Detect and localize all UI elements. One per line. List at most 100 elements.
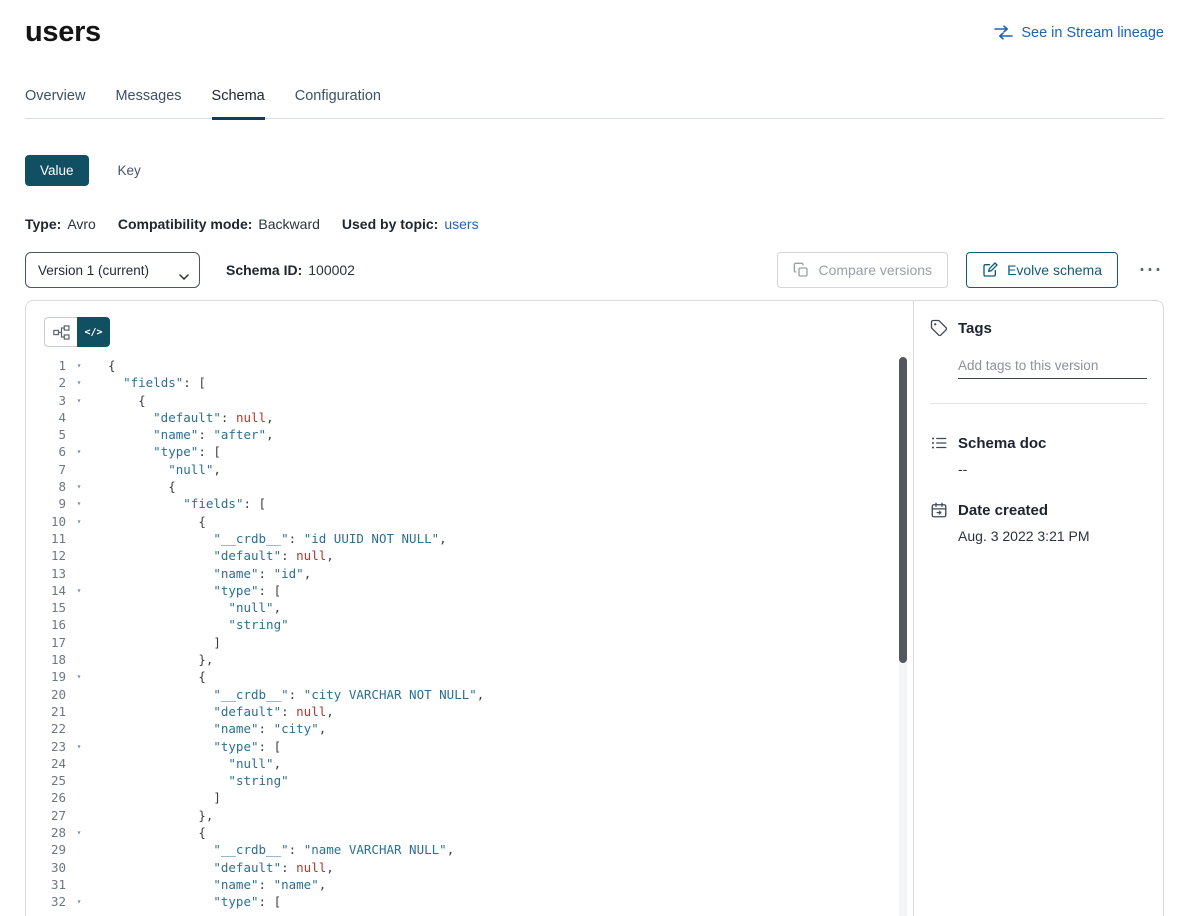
- line-number: 12: [26, 547, 66, 564]
- code-text: "name": "after",: [92, 426, 274, 443]
- line-number: 21: [26, 703, 66, 720]
- fold-toggle-icon[interactable]: ▾: [66, 513, 92, 530]
- fold-toggle-icon[interactable]: ▾: [66, 495, 92, 512]
- schema-id-label: Schema ID:: [226, 262, 302, 278]
- meta-label: Used by topic:: [342, 216, 438, 232]
- token: ,: [319, 721, 327, 736]
- code-line: 29 "__crdb__": "name VARCHAR NULL",: [26, 841, 913, 858]
- line-number: 11: [26, 530, 66, 547]
- add-tags-input[interactable]: [958, 353, 1147, 379]
- token: ,: [266, 410, 274, 425]
- more-options-button[interactable]: ⋯: [1136, 265, 1164, 275]
- code-line: 11 "__crdb__": "id UUID NOT NULL",: [26, 530, 913, 547]
- schema-doc-section-header: Schema doc: [930, 434, 1147, 452]
- compare-versions-button[interactable]: Compare versions: [777, 252, 948, 288]
- fold-spacer: [66, 841, 92, 858]
- code-text: "type": [: [92, 738, 281, 755]
- token: ,: [304, 566, 312, 581]
- stream-lineage-link[interactable]: See in Stream lineage: [994, 25, 1164, 41]
- tree-view-button[interactable]: [44, 317, 77, 347]
- token: ,: [274, 600, 282, 615]
- fold-toggle-icon[interactable]: ▾: [66, 668, 92, 685]
- code-text: "default": null,: [92, 859, 334, 876]
- code-text: {: [92, 357, 116, 374]
- fold-toggle-icon[interactable]: ▾: [66, 582, 92, 599]
- fold-toggle-icon[interactable]: ▾: [66, 443, 92, 460]
- tab-messages[interactable]: Messages: [115, 79, 181, 120]
- tab-schema[interactable]: Schema: [212, 79, 265, 120]
- token: null: [296, 704, 326, 719]
- token: "name": [274, 877, 319, 892]
- code-text: "fields": [: [92, 495, 266, 512]
- code-view-button[interactable]: </>: [77, 317, 110, 347]
- line-number: 20: [26, 686, 66, 703]
- meta-item: Type:Avro: [25, 216, 96, 232]
- token: null: [236, 410, 266, 425]
- token: "fields": [183, 496, 243, 511]
- code-view-icon: </>: [84, 327, 102, 338]
- tab-configuration[interactable]: Configuration: [295, 79, 381, 120]
- version-select-wrap: Version 1 (current): [25, 252, 200, 288]
- serde-key-button[interactable]: Key: [103, 155, 156, 186]
- token: : [: [243, 496, 266, 511]
- tag-icon: [930, 319, 948, 337]
- token: "null": [168, 462, 213, 477]
- evolve-schema-button[interactable]: Evolve schema: [966, 252, 1118, 288]
- fold-toggle-icon[interactable]: ▾: [66, 392, 92, 409]
- fold-toggle-icon[interactable]: ▾: [66, 374, 92, 391]
- serde-value-button[interactable]: Value: [25, 155, 89, 186]
- token: {: [108, 358, 116, 373]
- version-select[interactable]: Version 1 (current): [25, 252, 200, 288]
- code-text: "__crdb__": "id UUID NOT NULL",: [92, 530, 447, 547]
- editor-view-toggle: </>: [44, 317, 110, 347]
- fold-toggle-icon[interactable]: ▾: [66, 824, 92, 841]
- token: :: [289, 687, 304, 702]
- line-number: 14: [26, 582, 66, 599]
- token: : [: [183, 375, 206, 390]
- token: "type": [153, 444, 198, 459]
- line-number: 30: [26, 859, 66, 876]
- meta-value-link[interactable]: users: [444, 216, 478, 232]
- token: },: [198, 808, 213, 823]
- tab-overview[interactable]: Overview: [25, 79, 85, 120]
- line-number: 23: [26, 738, 66, 755]
- token: "city": [274, 721, 319, 736]
- code-text: "default": null,: [92, 409, 274, 426]
- schema-id: Schema ID: 100002: [226, 262, 355, 278]
- scrollbar-thumb[interactable]: [899, 357, 907, 663]
- code-text: "name": "name",: [92, 876, 326, 893]
- fold-spacer: [66, 859, 92, 876]
- code-text: ]: [92, 789, 221, 806]
- fold-toggle-icon[interactable]: ▾: [66, 478, 92, 495]
- code-line: 22 "name": "city",: [26, 720, 913, 737]
- code-text: "null",: [92, 599, 281, 616]
- schema-doc-value: --: [958, 461, 1147, 477]
- code-text: "fields": [: [92, 374, 206, 391]
- page-title: users: [25, 16, 101, 49]
- token: ,: [319, 877, 327, 892]
- fold-spacer: [66, 686, 92, 703]
- line-number: 16: [26, 616, 66, 633]
- fold-toggle-icon[interactable]: ▾: [66, 357, 92, 374]
- token: ]: [213, 635, 221, 650]
- code-text: "default": null,: [92, 547, 334, 564]
- line-number: 5: [26, 426, 66, 443]
- token: "after": [213, 427, 266, 442]
- schema-panel: </> 1▾{2▾ "fields": [3▾ {4 "default": nu…: [25, 300, 1164, 916]
- meta-value: Avro: [67, 216, 96, 232]
- token: : [: [259, 894, 282, 909]
- token: },: [198, 652, 213, 667]
- line-number: 28: [26, 824, 66, 841]
- fold-toggle-icon[interactable]: ▾: [66, 893, 92, 910]
- code-text: },: [92, 651, 213, 668]
- sidebar-divider: [930, 403, 1147, 404]
- evolve-schema-label: Evolve schema: [1007, 262, 1102, 278]
- code-line: 27 },: [26, 807, 913, 824]
- token: "string": [228, 773, 288, 788]
- token: "id UUID NOT NULL": [304, 531, 439, 546]
- token: {: [198, 669, 206, 684]
- code-line: 23▾ "type": [: [26, 738, 913, 755]
- fold-spacer: [66, 772, 92, 789]
- schema-id-value: 100002: [308, 262, 355, 278]
- fold-toggle-icon[interactable]: ▾: [66, 738, 92, 755]
